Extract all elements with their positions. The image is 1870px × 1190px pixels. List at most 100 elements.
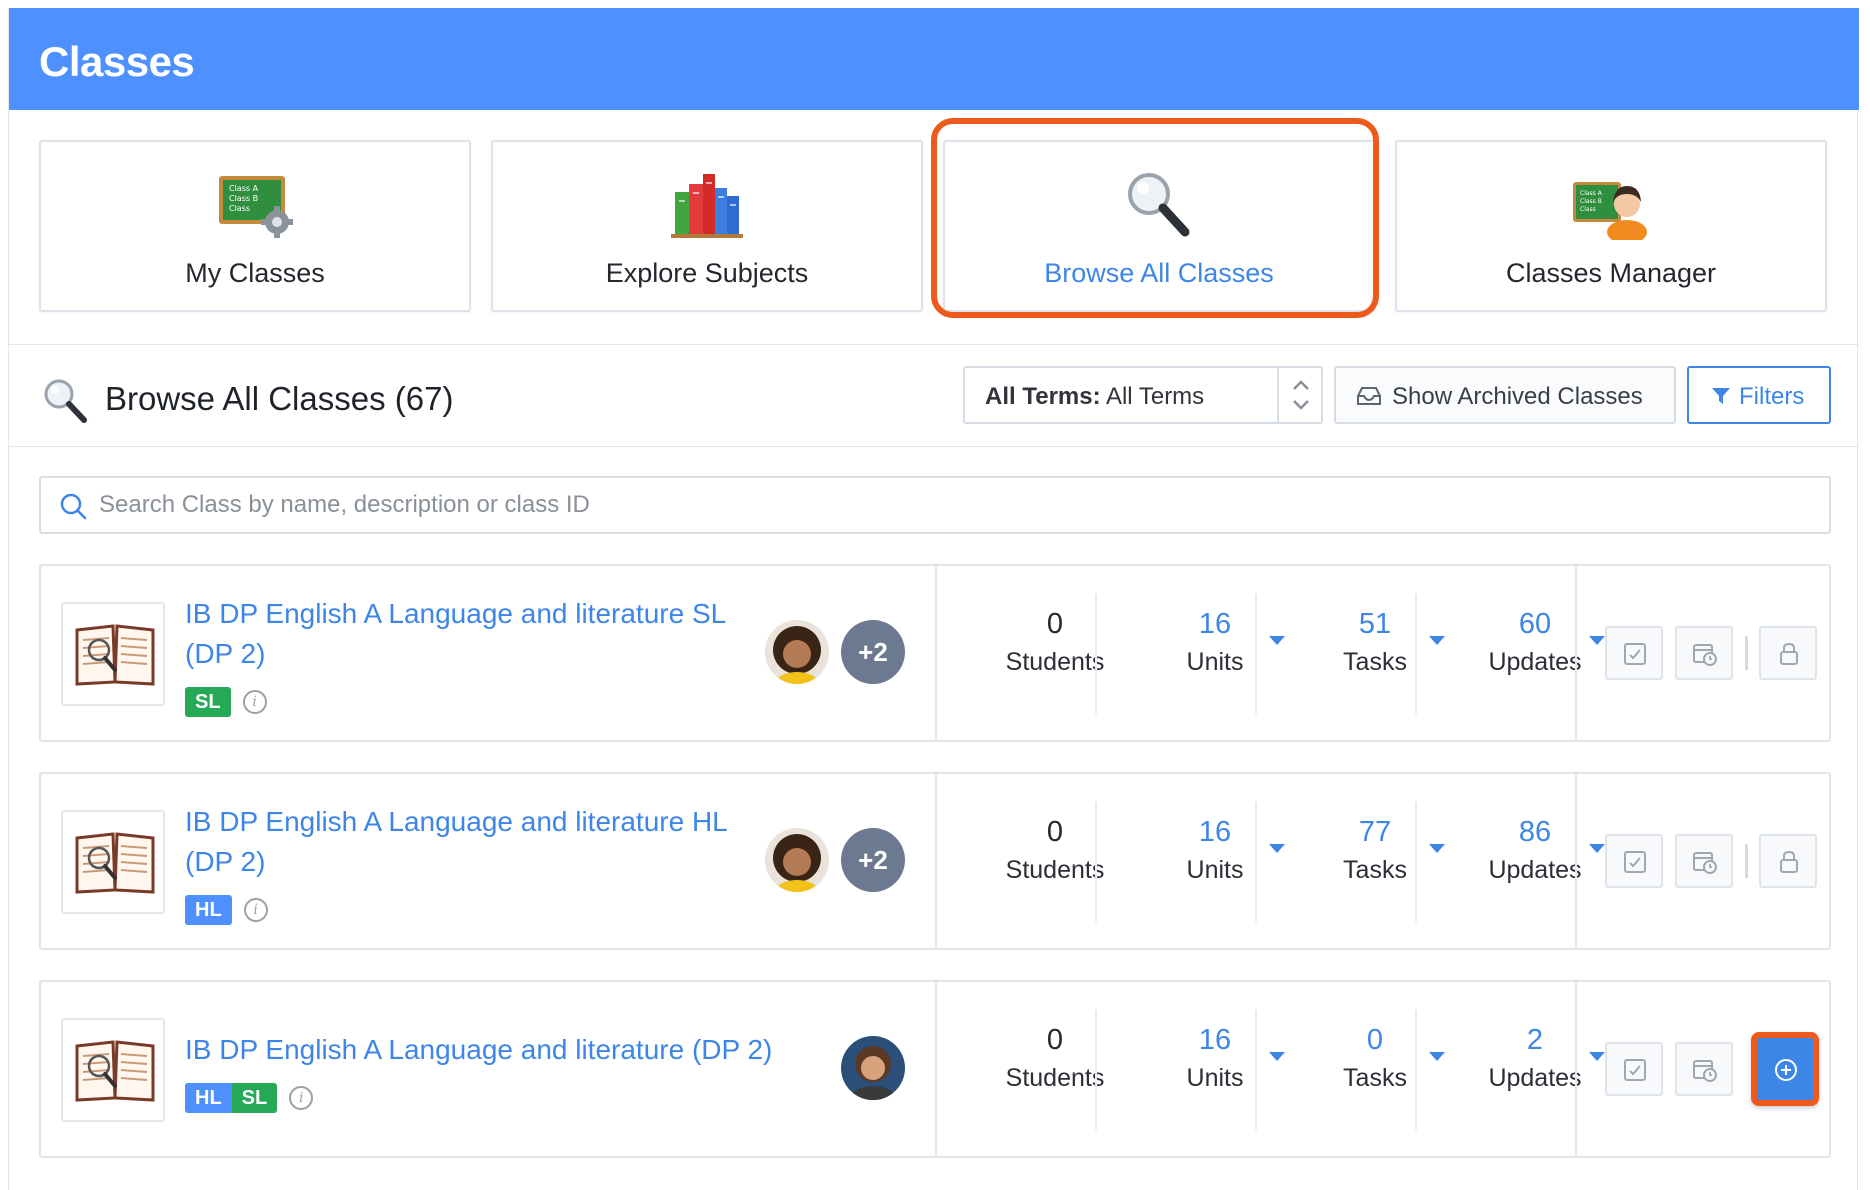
class-search <box>39 476 1831 534</box>
divider <box>1255 1010 1257 1130</box>
nav-card-my-classes[interactable]: Class A Class B Class My Classes <box>39 140 471 312</box>
updates-label: Updates <box>1488 648 1582 676</box>
updates-stat[interactable]: 60 Updates <box>1455 594 1615 714</box>
divider <box>9 446 1859 447</box>
caret-down-icon <box>1269 1052 1285 1061</box>
units-label: Units <box>1186 856 1244 884</box>
avatar[interactable] <box>765 828 829 892</box>
open-book-icon <box>75 624 155 686</box>
avatar[interactable] <box>765 620 829 684</box>
tasks-stat[interactable]: 77 Tasks <box>1295 802 1455 922</box>
info-icon[interactable]: i <box>242 690 267 714</box>
caret-down-icon <box>1589 1052 1605 1061</box>
nav-card-label: Explore Subjects <box>605 258 809 288</box>
filters-label: Filters <box>1739 383 1805 410</box>
units-stat[interactable]: 16 Units <box>1135 1010 1295 1130</box>
join-class-button[interactable] <box>1751 1032 1819 1106</box>
checklist-button[interactable] <box>1605 834 1663 888</box>
tasks-label: Tasks <box>1343 856 1407 884</box>
class-thumbnail <box>61 810 165 914</box>
units-label: Units <box>1186 1064 1244 1092</box>
students-label: Students <box>1005 856 1105 884</box>
class-tags: HL i <box>185 895 268 925</box>
updates-label: Updates <box>1488 856 1582 884</box>
class-name-link[interactable]: IB DP English A Language and literature … <box>185 1030 825 1070</box>
units-label: Units <box>1186 648 1244 676</box>
more-teachers-badge[interactable]: +2 <box>841 828 905 892</box>
checklist-icon <box>1624 643 1646 665</box>
lock-icon <box>1780 642 1798 665</box>
schedule-button[interactable] <box>1675 626 1733 680</box>
svg-text:Class: Class <box>229 204 250 213</box>
class-name-link[interactable]: IB DP English A Language and literature … <box>185 594 745 674</box>
units-stat[interactable]: 16 Units <box>1135 594 1295 714</box>
students-stat: 0 Students <box>975 1010 1135 1130</box>
class-row: IB DP English A Language and literature … <box>39 564 1831 742</box>
sl-tag: SL <box>231 1083 278 1113</box>
tasks-label: Tasks <box>1343 1064 1407 1092</box>
class-name-link[interactable]: IB DP English A Language and literature … <box>185 802 745 882</box>
classes-page: Classes Class A Class B Class My Classes… <box>8 8 1859 1190</box>
divider <box>935 982 937 1156</box>
students-count: 0 <box>1046 1024 1064 1056</box>
class-board-teacher-icon: Class A Class B Class <box>1573 182 1647 240</box>
schedule-button[interactable] <box>1675 1042 1733 1096</box>
updates-stat[interactable]: 2 Updates <box>1455 1010 1615 1130</box>
updates-stat[interactable]: 86 Updates <box>1455 802 1615 922</box>
divider <box>1255 594 1257 714</box>
divider <box>1095 594 1097 714</box>
divider <box>1415 594 1417 714</box>
class-tags: SL i <box>185 687 267 717</box>
filters-button[interactable]: Filters <box>1687 366 1831 424</box>
divider <box>1575 774 1577 948</box>
show-archived-button[interactable]: Show Archived Classes <box>1334 366 1676 424</box>
search-input[interactable] <box>99 488 1799 522</box>
more-teachers-badge[interactable]: +2 <box>841 620 905 684</box>
nav-card-label: My Classes <box>185 258 325 288</box>
avatar[interactable] <box>841 1036 905 1100</box>
term-select[interactable]: All Terms: All Terms <box>963 366 1323 424</box>
search-icon <box>60 493 87 520</box>
nav-card-label: Classes Manager <box>1505 258 1717 288</box>
tasks-stat[interactable]: 0 Tasks <box>1295 1010 1455 1130</box>
students-label: Students <box>1005 648 1105 676</box>
svg-text:Class A: Class A <box>229 184 259 193</box>
divider <box>9 344 1859 345</box>
class-thumbnail <box>61 1018 165 1122</box>
checklist-button[interactable] <box>1605 626 1663 680</box>
units-stat[interactable]: 16 Units <box>1135 802 1295 922</box>
updates-label: Updates <box>1488 1064 1582 1092</box>
svg-text:Class: Class <box>1580 206 1596 213</box>
divider <box>1415 1010 1417 1130</box>
divider <box>1745 844 1748 878</box>
section-title: Browse All Classes (67) <box>105 380 454 417</box>
nav-card-browse-all-classes[interactable]: Browse All Classes <box>943 140 1375 312</box>
divider <box>935 774 937 948</box>
divider <box>1575 566 1577 740</box>
caret-down-icon <box>1269 636 1285 645</box>
info-icon[interactable]: i <box>243 898 268 922</box>
checklist-icon <box>1624 851 1646 873</box>
term-select-text: All Terms: All Terms <box>985 383 1204 411</box>
magnifier-icon <box>1128 173 1190 237</box>
locked-button[interactable] <box>1759 626 1817 680</box>
info-icon[interactable]: i <box>289 1086 314 1110</box>
caret-down-icon <box>1589 844 1605 853</box>
chevron-updown-icon <box>1277 368 1321 422</box>
calendar-clock-icon <box>1693 852 1717 874</box>
nav-card-classes-manager[interactable]: Class A Class B Class Classes Manager <box>1395 140 1827 312</box>
tasks-stat[interactable]: 51 Tasks <box>1295 594 1455 714</box>
checklist-button[interactable] <box>1605 1042 1663 1096</box>
open-book-icon <box>75 832 155 894</box>
students-label: Students <box>1005 1064 1105 1092</box>
locked-button[interactable] <box>1759 834 1817 888</box>
books-icon <box>671 174 743 238</box>
term-value: All Terms <box>1105 383 1205 410</box>
nav-card-explore-subjects[interactable]: Explore Subjects <box>491 140 923 312</box>
divider <box>1095 1010 1097 1130</box>
students-count: 0 <box>1046 608 1064 640</box>
schedule-button[interactable] <box>1675 834 1733 888</box>
students-stat: 0 Students <box>975 594 1135 714</box>
show-archived-label: Show Archived Classes <box>1392 383 1643 410</box>
students-stat: 0 Students <box>975 802 1135 922</box>
